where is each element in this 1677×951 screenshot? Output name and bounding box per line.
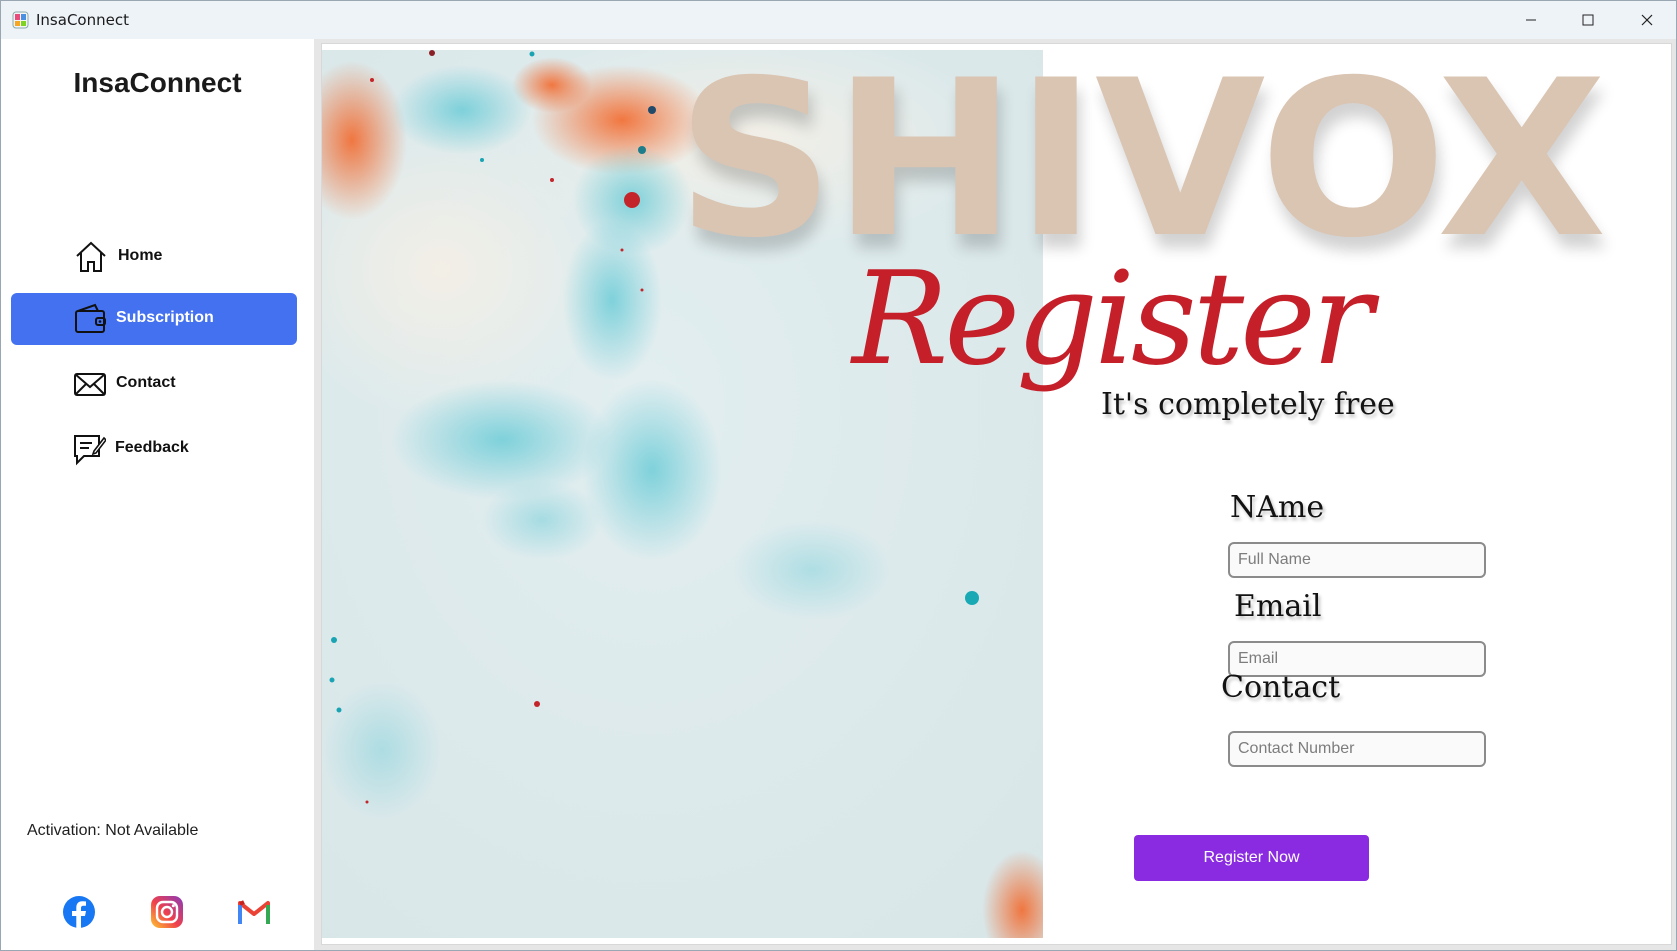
mail-icon <box>74 373 106 396</box>
sidebar-item-contact[interactable]: Contact <box>11 358 297 410</box>
home-icon <box>76 241 106 272</box>
contact-label: Contact <box>1221 670 1341 705</box>
main-content: SHIVOX Register It's completely free NAm… <box>314 39 1676 950</box>
wallet-icon <box>75 303 106 333</box>
sidebar-item-home[interactable]: Home <box>11 231 297 283</box>
register-now-button[interactable]: Register Now <box>1134 835 1369 881</box>
sidebar-item-label: Subscription <box>116 309 214 326</box>
sidebar-brand: InsaConnect <box>73 67 242 98</box>
feedback-icon <box>74 435 106 466</box>
sidebar-item-label: Feedback <box>115 439 189 456</box>
name-field[interactable] <box>1228 542 1486 578</box>
sidebar-item-feedback[interactable]: Feedback <box>11 423 297 475</box>
facebook-icon[interactable] <box>62 895 96 929</box>
minimize-icon <box>1526 19 1536 21</box>
register-subheading: It's completely free <box>1101 387 1395 422</box>
close-icon <box>1641 14 1653 26</box>
instagram-icon[interactable] <box>150 895 184 929</box>
close-button[interactable] <box>1618 1 1676 39</box>
app-window: InsaConnect InsaConnect Home Subscriptio… <box>0 0 1677 951</box>
sidebar: InsaConnect Home Subscription Contact Fe… <box>1 39 314 950</box>
maximize-icon <box>1582 14 1594 26</box>
brand-watermark: SHIVOX <box>676 34 1607 285</box>
app-icon <box>12 11 29 29</box>
sidebar-item-label: Contact <box>116 374 176 391</box>
sidebar-item-label: Home <box>118 247 163 264</box>
activation-status: Activation: Not Available <box>27 822 199 839</box>
gmail-icon[interactable] <box>237 895 271 929</box>
contact-number-field[interactable] <box>1228 731 1486 767</box>
register-panel: SHIVOX Register It's completely free NAm… <box>321 43 1672 945</box>
email-label: Email <box>1234 589 1322 624</box>
register-heading: Register <box>852 245 1373 394</box>
sidebar-item-subscription[interactable]: Subscription <box>11 293 297 345</box>
window-title: InsaConnect <box>36 11 129 29</box>
name-label: NAme <box>1230 490 1325 525</box>
